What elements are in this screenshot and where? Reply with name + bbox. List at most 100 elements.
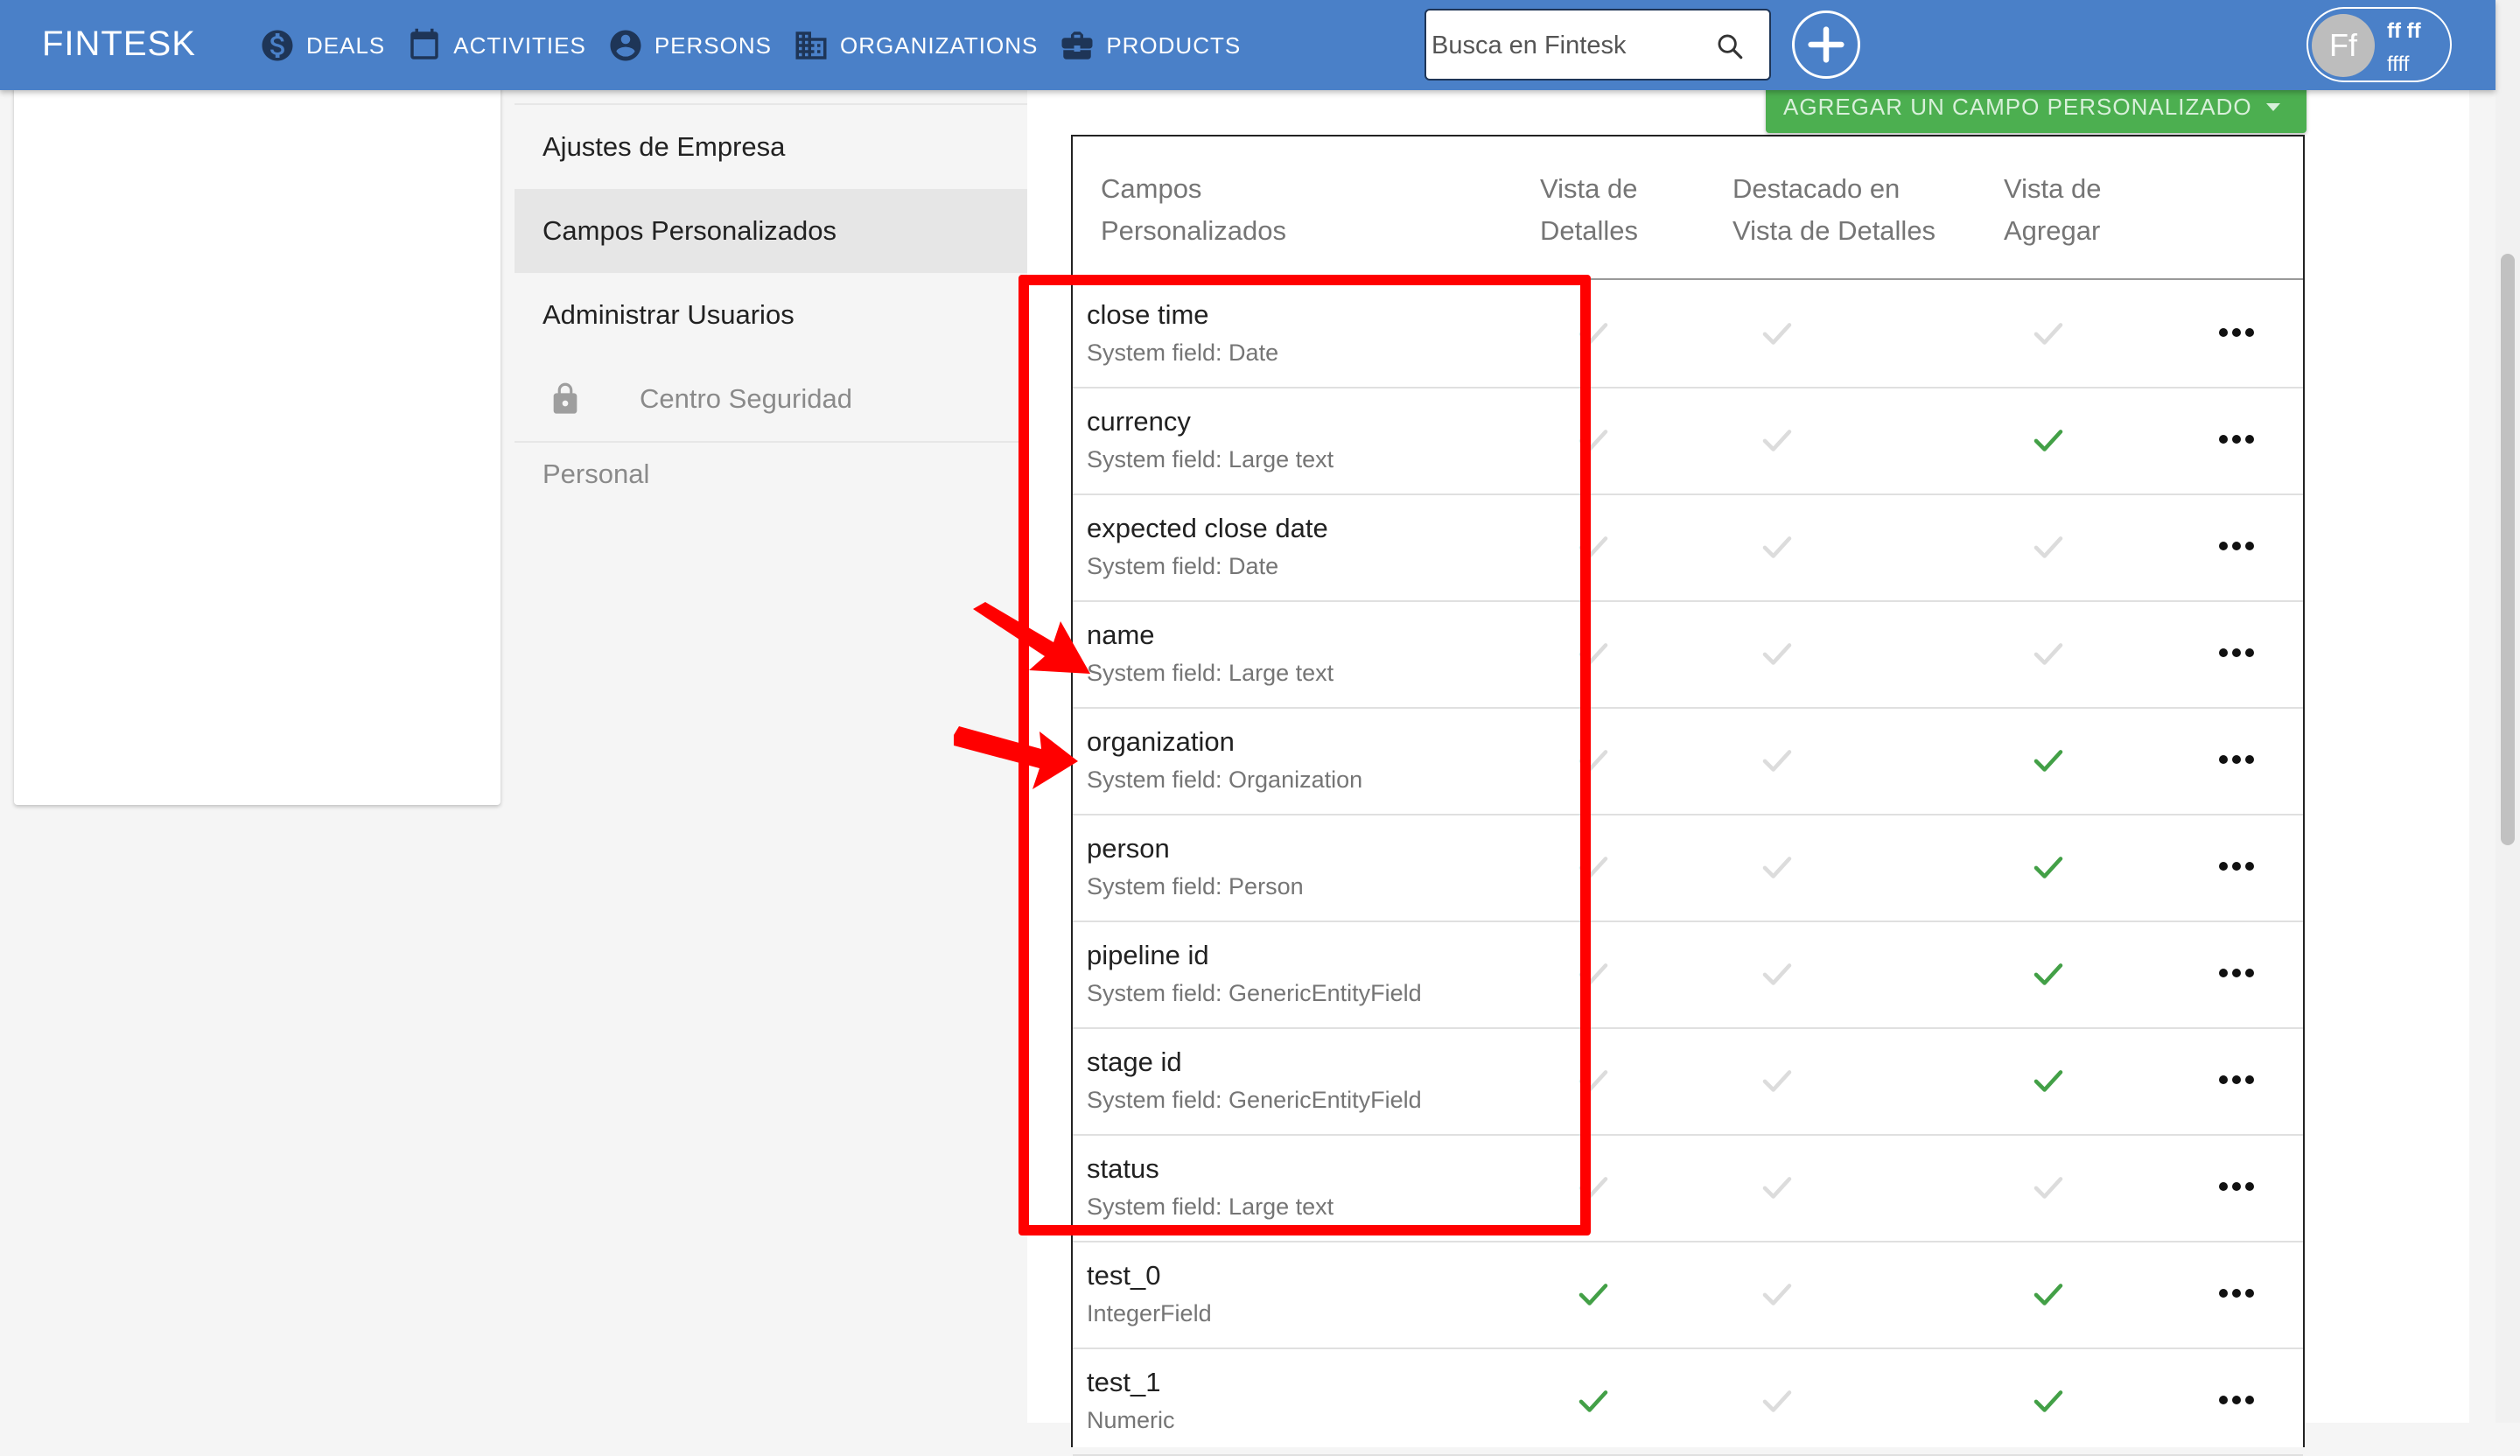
check-icon[interactable] xyxy=(2030,635,2067,672)
check-icon[interactable] xyxy=(1575,1062,1612,1099)
menu-item-company-settings[interactable]: Ajustes de Empresa xyxy=(514,105,1027,189)
field-name: person xyxy=(1087,833,1170,864)
more-options-icon[interactable] xyxy=(2217,646,2256,660)
check-icon[interactable] xyxy=(1759,1276,1796,1312)
header-line: Detalles xyxy=(1540,215,1638,246)
field-type: System field: GenericEntityField xyxy=(1087,980,1422,1006)
check-icon[interactable] xyxy=(1759,742,1796,779)
header-line: Vista de Detalles xyxy=(1732,215,1936,246)
nav-products[interactable]: PRODUCTS xyxy=(1059,27,1241,64)
check-icon[interactable] xyxy=(2030,528,2067,565)
user-subtitle: ffff xyxy=(2387,52,2410,76)
table-row[interactable]: test_0 IntegerField xyxy=(1073,1241,2303,1349)
scrollbar-thumb[interactable] xyxy=(2501,254,2515,845)
more-options-icon[interactable] xyxy=(2217,326,2256,340)
check-icon[interactable] xyxy=(2030,956,2067,992)
check-icon[interactable] xyxy=(1575,422,1612,458)
check-icon[interactable] xyxy=(1575,315,1612,352)
user-menu[interactable]: Ff ff ff ffff xyxy=(2306,7,2452,82)
check-icon[interactable] xyxy=(1759,1062,1796,1099)
check-icon[interactable] xyxy=(1575,1169,1612,1206)
check-icon[interactable] xyxy=(1575,1382,1612,1419)
column-header-featured[interactable]: Destacado en Vista de Detalles xyxy=(1732,168,1936,252)
more-options-icon[interactable] xyxy=(2217,966,2256,980)
table-row[interactable]: organization System field: Organization xyxy=(1073,707,2303,816)
check-icon[interactable] xyxy=(1759,956,1796,992)
field-type: System field: GenericEntityField xyxy=(1087,1087,1422,1113)
column-header-name[interactable]: Campos Personalizados xyxy=(1101,168,1286,252)
avatar[interactable]: Ff xyxy=(2312,14,2375,77)
more-options-icon[interactable] xyxy=(2217,1180,2256,1194)
search-box[interactable] xyxy=(1424,9,1771,80)
check-icon[interactable] xyxy=(2030,315,2067,352)
nav-label: DEALS xyxy=(306,32,386,59)
field-type: IntegerField xyxy=(1087,1300,1212,1326)
check-icon[interactable] xyxy=(2030,742,2067,779)
header-line: Personalizados xyxy=(1101,215,1286,246)
field-type: System field: Date xyxy=(1087,340,1279,366)
table-row[interactable]: person System field: Person xyxy=(1073,814,2303,922)
add-new-button[interactable] xyxy=(1792,10,1860,79)
check-icon[interactable] xyxy=(1759,1382,1796,1419)
header-line: Destacado en xyxy=(1732,173,1900,204)
nav-persons[interactable]: PERSONS xyxy=(607,27,772,64)
field-type: System field: Organization xyxy=(1087,766,1363,793)
check-icon[interactable] xyxy=(2030,1062,2067,1099)
table-row[interactable]: pipeline id System field: GenericEntityFi… xyxy=(1073,920,2303,1029)
check-icon[interactable] xyxy=(1759,849,1796,886)
column-header-details-view[interactable]: Vista de Detalles xyxy=(1540,168,1638,252)
check-icon[interactable] xyxy=(2030,1276,2067,1312)
more-options-icon[interactable] xyxy=(2217,432,2256,446)
add-custom-field-button[interactable]: AGREGAR UN CAMPO PERSONALIZADO xyxy=(1766,84,2306,133)
check-icon[interactable] xyxy=(1759,315,1796,352)
search-icon[interactable] xyxy=(1715,32,1745,61)
more-options-icon[interactable] xyxy=(2217,539,2256,553)
search-input[interactable] xyxy=(1430,23,1713,68)
table-row[interactable]: close time System field: Date xyxy=(1073,280,2303,388)
field-type: System field: Large text xyxy=(1087,446,1334,472)
brand-logo[interactable]: FINTESK xyxy=(42,24,196,64)
check-icon[interactable] xyxy=(2030,1382,2067,1419)
field-name: stage id xyxy=(1087,1046,1182,1077)
menu-item-manage-users[interactable]: Administrar Usuarios xyxy=(514,273,1027,357)
check-icon[interactable] xyxy=(2030,422,2067,458)
check-icon[interactable] xyxy=(1575,849,1612,886)
menu-item-custom-fields[interactable]: Campos Personalizados xyxy=(514,189,1027,273)
calendar-icon xyxy=(410,28,439,60)
divider xyxy=(514,441,1027,443)
nav-label: PRODUCTS xyxy=(1106,32,1242,59)
table-row[interactable]: status System field: Large text xyxy=(1073,1134,2303,1242)
left-card xyxy=(14,84,500,805)
table-row[interactable]: currency System field: Large text xyxy=(1073,387,2303,495)
more-options-icon[interactable] xyxy=(2217,1393,2256,1407)
more-options-icon[interactable] xyxy=(2217,859,2256,873)
check-icon[interactable] xyxy=(2030,849,2067,886)
nav-deals[interactable]: DEALS xyxy=(259,27,385,64)
table-row[interactable]: stage id System field: GenericEntityField xyxy=(1073,1027,2303,1136)
check-icon[interactable] xyxy=(1759,528,1796,565)
check-icon[interactable] xyxy=(1575,742,1612,779)
table-row[interactable]: test_1 Numeric xyxy=(1073,1348,2303,1456)
check-icon[interactable] xyxy=(2030,1169,2067,1206)
field-name: test_1 xyxy=(1087,1367,1161,1397)
check-icon[interactable] xyxy=(1759,635,1796,672)
field-type: System field: Large text xyxy=(1087,1194,1334,1220)
table-row[interactable]: name System field: Large text xyxy=(1073,600,2303,709)
nav-activities[interactable]: ACTIVITIES xyxy=(406,27,586,64)
field-type: System field: Person xyxy=(1087,873,1304,900)
more-options-icon[interactable] xyxy=(2217,1286,2256,1300)
briefcase-icon xyxy=(1061,32,1093,60)
nav-organizations[interactable]: ORGANIZATIONS xyxy=(793,27,1038,64)
more-options-icon[interactable] xyxy=(2217,752,2256,766)
check-icon[interactable] xyxy=(1575,1276,1612,1312)
column-header-add-view[interactable]: Vista de Agregar xyxy=(2004,168,2101,252)
check-icon[interactable] xyxy=(1575,956,1612,992)
field-name: organization xyxy=(1087,726,1235,757)
check-icon[interactable] xyxy=(1759,422,1796,458)
table-row[interactable]: expected close date System field: Date xyxy=(1073,494,2303,602)
dollar-circle-icon xyxy=(262,30,293,61)
check-icon[interactable] xyxy=(1759,1169,1796,1206)
more-options-icon[interactable] xyxy=(2217,1073,2256,1087)
check-icon[interactable] xyxy=(1575,528,1612,565)
check-icon[interactable] xyxy=(1575,635,1612,672)
